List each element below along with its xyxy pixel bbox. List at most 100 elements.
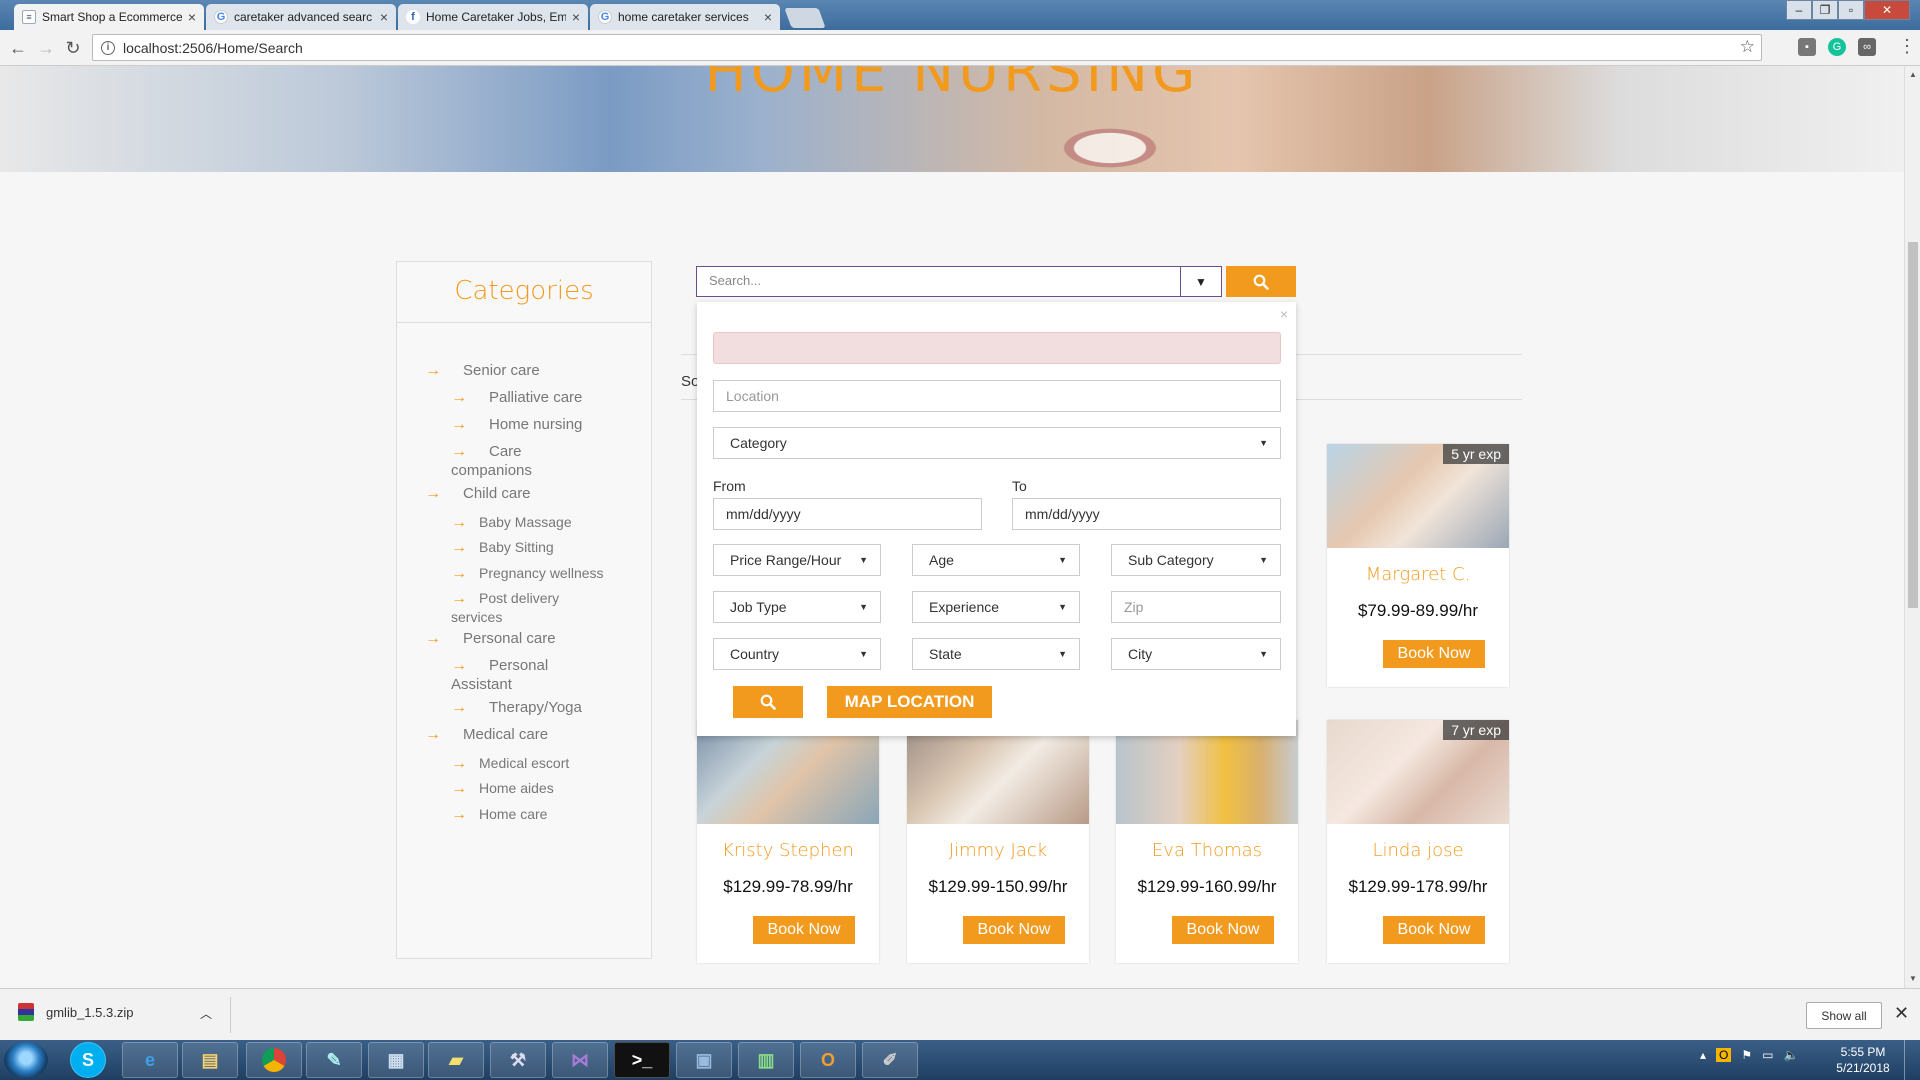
page-scrollbar[interactable]: ▲ ▼	[1904, 66, 1920, 988]
sub-category-select[interactable]: Sub Category ▼	[1111, 544, 1281, 576]
info-icon[interactable]: i	[101, 40, 115, 55]
back-icon[interactable]: ←	[8, 38, 28, 59]
scroll-up-icon[interactable]: ▲	[1909, 70, 1917, 79]
book-now-button[interactable]: Book Now	[753, 916, 855, 944]
book-now-button[interactable]: Book Now	[1383, 916, 1485, 944]
grammarly-icon[interactable]: G	[1828, 38, 1846, 56]
caretaker-name[interactable]: Eva Thomas	[1116, 840, 1298, 861]
category-home-aides[interactable]: → Home aides	[451, 779, 554, 798]
country-select[interactable]: Country ▼	[713, 638, 881, 670]
flag-icon[interactable]: ⚑	[1741, 1048, 1752, 1062]
show-all-button[interactable]: Show all	[1806, 1002, 1882, 1029]
category-personal-assistant[interactable]: → Personal Assistant	[451, 656, 581, 694]
close-tab-icon[interactable]: ×	[572, 9, 580, 25]
caretaker-name[interactable]: Kristy Stephen	[697, 840, 879, 861]
caretaker-name[interactable]: Margaret C.	[1327, 564, 1509, 585]
chrome-icon[interactable]	[246, 1042, 302, 1078]
book-now-button[interactable]: Book Now	[1383, 640, 1485, 668]
minimize-icon[interactable]: –	[1786, 0, 1812, 20]
paint-icon[interactable]: ✐	[862, 1042, 918, 1078]
experience-badge: 5 yr exp	[1443, 444, 1509, 464]
monitor-icon[interactable]: ▭	[1762, 1048, 1773, 1062]
command-prompt-icon[interactable]: >_	[614, 1042, 670, 1078]
chevron-up-icon[interactable]: ︿	[200, 1005, 212, 1022]
remote-desktop-icon[interactable]: ▦	[368, 1042, 424, 1078]
to-date-input[interactable]: mm/dd/yyyy	[1012, 498, 1281, 530]
caret-down-icon: ▼	[1195, 274, 1207, 289]
skype-icon[interactable]: S	[70, 1042, 106, 1078]
city-select[interactable]: City ▼	[1111, 638, 1281, 670]
new-tab-button[interactable]	[784, 8, 826, 28]
sticky-notes-icon[interactable]: ▰	[428, 1042, 484, 1078]
job-type-select[interactable]: Job Type ▼	[713, 591, 881, 623]
caretaker-name[interactable]: Jimmy Jack	[907, 840, 1089, 861]
tab-caretaker-search[interactable]: G caretaker advanced searc ×	[206, 4, 396, 30]
tab-caretaker-jobs[interactable]: f Home Caretaker Jobs, Em ×	[398, 4, 588, 30]
notepad-icon[interactable]: ✎	[306, 1042, 362, 1078]
popup-search-button[interactable]	[733, 686, 803, 718]
file-explorer-icon[interactable]: ▤	[182, 1042, 238, 1078]
category-post-delivery[interactable]: → Post delivery services	[451, 589, 581, 627]
state-select[interactable]: State ▼	[912, 638, 1080, 670]
scrollbar-thumb[interactable]	[1908, 242, 1918, 608]
tab-smart-shop[interactable]: ≡ Smart Shop a Ecommerce ×	[14, 4, 204, 30]
forward-icon[interactable]: →	[36, 38, 56, 59]
category-palliative-care[interactable]: → Palliative care	[451, 388, 582, 407]
category-child-care[interactable]: → Child care	[425, 484, 531, 503]
restore-icon[interactable]: ❐	[1812, 0, 1838, 20]
chart-app-icon[interactable]: ▥	[738, 1042, 794, 1078]
close-tab-icon[interactable]: ×	[380, 9, 388, 25]
maximize-icon[interactable]: ▫	[1838, 0, 1864, 20]
zip-input[interactable]: Zip	[1111, 591, 1281, 623]
close-icon[interactable]: ×	[1280, 306, 1288, 322]
window-close-icon[interactable]: ✕	[1864, 0, 1910, 20]
map-location-button[interactable]: MAP LOCATION	[827, 686, 992, 718]
close-tab-icon[interactable]: ×	[188, 9, 196, 25]
search-input[interactable]: Search...	[696, 266, 1182, 297]
bookmark-star-icon[interactable]: ☆	[1740, 37, 1755, 57]
extension-icon[interactable]: ▪	[1798, 38, 1816, 56]
from-date-input[interactable]: mm/dd/yyyy	[713, 498, 982, 530]
internet-explorer-icon[interactable]: e	[122, 1042, 178, 1078]
book-now-button[interactable]: Book Now	[963, 916, 1065, 944]
category-baby-sitting[interactable]: → Baby Sitting	[451, 538, 554, 557]
outlook-icon[interactable]: O	[800, 1042, 856, 1078]
tab-caretaker-services[interactable]: G home caretaker services ×	[590, 4, 780, 30]
start-button[interactable]	[4, 1042, 48, 1078]
close-icon[interactable]: ✕	[1894, 1003, 1909, 1024]
reload-icon[interactable]: ↻	[63, 38, 83, 59]
category-pregnancy-wellness[interactable]: → Pregnancy wellness	[451, 564, 604, 583]
category-baby-massage[interactable]: → Baby Massage	[451, 513, 572, 532]
close-tab-icon[interactable]: ×	[764, 9, 772, 25]
download-item[interactable]: gmlib_1.5.3.zip	[18, 1003, 133, 1021]
location-input[interactable]: Location	[713, 380, 1281, 412]
visual-studio-icon[interactable]: ⋈	[552, 1042, 608, 1078]
category-personal-care[interactable]: → Personal care	[425, 629, 556, 648]
category-therapy-yoga[interactable]: → Therapy/Yoga	[451, 698, 582, 717]
age-select[interactable]: Age ▼	[912, 544, 1080, 576]
system-clock[interactable]: 5:55 PM 5/21/2018	[1828, 1044, 1898, 1076]
network-icon[interactable]: ▣	[676, 1042, 732, 1078]
browser-menu-icon[interactable]: ⋮	[1898, 36, 1916, 57]
category-select[interactable]: Category ▼	[713, 427, 1281, 459]
category-senior-care[interactable]: → Senior care	[425, 361, 540, 380]
category-care-companions[interactable]: → Care companions	[451, 442, 581, 480]
search-button[interactable]	[1226, 266, 1296, 297]
tray-expand-icon[interactable]: ▴	[1700, 1048, 1706, 1062]
category-medical-care[interactable]: → Medical care	[425, 725, 548, 744]
url-field[interactable]: i localhost:2506/Home/Search ☆	[92, 34, 1762, 61]
category-medical-escort[interactable]: → Medical escort	[451, 754, 569, 773]
caretaker-name[interactable]: Linda jose	[1327, 840, 1509, 861]
tools-icon[interactable]: ⚒	[490, 1042, 546, 1078]
scroll-down-icon[interactable]: ▼	[1909, 974, 1917, 983]
search-dropdown-toggle[interactable]: ▼	[1180, 266, 1222, 297]
experience-select[interactable]: Experience ▼	[912, 591, 1080, 623]
category-home-nursing[interactable]: → Home nursing	[451, 415, 582, 434]
tray-app-icon[interactable]: O	[1716, 1048, 1732, 1062]
incognito-extension-icon[interactable]: ∞	[1858, 38, 1876, 56]
price-range-select[interactable]: Price Range/Hour ▼	[713, 544, 881, 576]
category-home-care[interactable]: → Home care	[451, 805, 547, 824]
volume-icon[interactable]: 🔈	[1783, 1048, 1798, 1062]
show-desktop-button[interactable]	[1904, 1040, 1920, 1080]
book-now-button[interactable]: Book Now	[1172, 916, 1274, 944]
